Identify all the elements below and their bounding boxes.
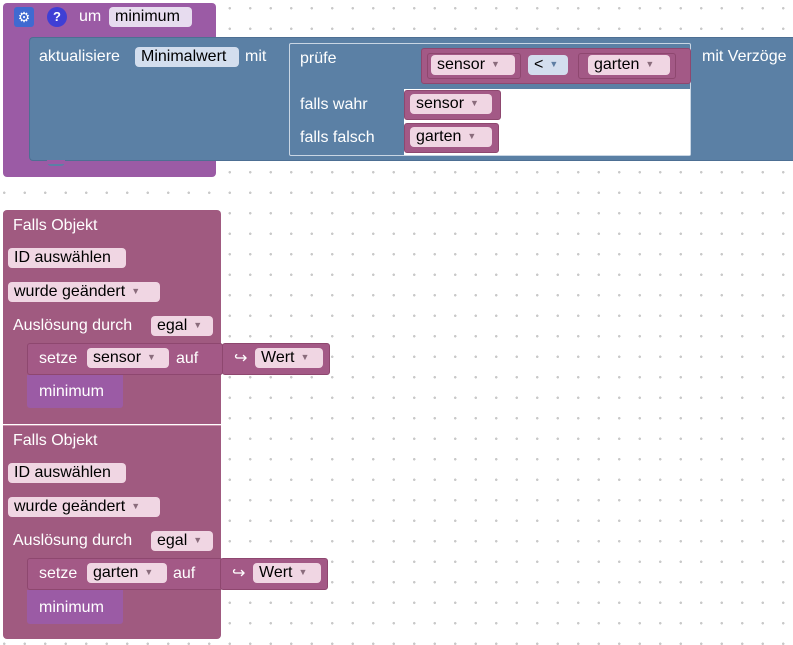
compare-left-value: sensor (437, 56, 486, 73)
true-value-dropdown[interactable]: sensor ▼ (410, 94, 492, 114)
false-value-dropdown[interactable]: garten ▼ (410, 127, 492, 147)
trigger-by-dropdown[interactable]: egal ▼ (151, 531, 213, 551)
set-variable-value: sensor (93, 349, 142, 366)
variable-dropdown[interactable]: Minimalwert (135, 47, 239, 67)
chevron-down-icon: ▼ (645, 59, 655, 69)
chevron-down-icon: ▼ (298, 567, 308, 577)
trigger-by-label: Auslösung durch (13, 532, 133, 549)
procedure-name-field[interactable]: minimum (109, 7, 192, 27)
ternary-check-label: prüfe (300, 50, 337, 67)
trigger-by-value: egal (157, 317, 188, 334)
false-value: garten (416, 128, 462, 145)
chevron-down-icon: ▼ (147, 352, 156, 362)
delay-label: mit Verzöge (702, 48, 787, 65)
select-id-button[interactable]: ID auswählen (8, 248, 126, 268)
question-icon[interactable]: ? (47, 7, 67, 27)
select-id-button[interactable]: ID auswählen (8, 463, 126, 483)
trigger-title: Falls Objekt (13, 432, 98, 449)
chevron-down-icon: ▼ (131, 501, 141, 511)
chevron-down-icon: ▼ (131, 286, 141, 296)
change-value: wurde geändert (14, 498, 126, 515)
value-text: Wert (259, 564, 293, 581)
chevron-down-icon: ▼ (467, 131, 477, 141)
call-procedure-label: minimum (39, 599, 104, 616)
set-variable-dropdown[interactable]: sensor ▼ (87, 348, 169, 368)
compare-left-dropdown[interactable]: sensor ▼ (431, 55, 515, 75)
chevron-down-icon: ▼ (193, 535, 203, 545)
chevron-down-icon: ▼ (470, 98, 479, 108)
procedure-prefix: um (79, 8, 102, 25)
set-variable-dropdown[interactable]: garten ▼ (87, 563, 167, 583)
compare-right-dropdown[interactable]: garten ▼ (588, 55, 670, 75)
update-label: aktualisiere (39, 48, 120, 65)
chevron-down-icon: ▼ (491, 59, 500, 69)
update-with-label: mit (245, 48, 267, 65)
chevron-down-icon: ▼ (193, 320, 203, 330)
gear-icon[interactable]: ⚙ (14, 7, 34, 27)
change-dropdown[interactable]: wurde geändert ▼ (8, 497, 160, 517)
trigger-by-label: Auslösung durch (13, 317, 133, 334)
value-text: Wert (261, 349, 295, 366)
set-label: setze (39, 565, 78, 582)
chevron-down-icon: ▼ (144, 567, 154, 577)
value-dropdown[interactable]: Wert ▼ (253, 563, 321, 583)
value-dropdown[interactable]: Wert ▼ (255, 348, 323, 368)
return-arrow-icon: ↪ (234, 350, 248, 367)
ternary-true-label: falls wahr (300, 96, 368, 113)
to-label: auf (176, 350, 199, 367)
trigger-by-dropdown[interactable]: egal ▼ (151, 316, 213, 336)
ternary-false-label: falls falsch (300, 129, 375, 146)
true-value: sensor (416, 95, 465, 112)
trigger-inner-arm (3, 557, 26, 626)
trigger-inner-arm (3, 342, 26, 411)
operator-value: < (534, 56, 544, 73)
change-value: wurde geändert (14, 283, 126, 300)
return-arrow-icon: ↪ (232, 565, 246, 582)
set-label: setze (39, 350, 78, 367)
change-dropdown[interactable]: wurde geändert ▼ (8, 282, 160, 302)
set-variable-value: garten (93, 564, 139, 581)
to-label: auf (173, 565, 196, 582)
update-bottom-notch (47, 160, 65, 164)
operator-dropdown[interactable]: < ▼ (528, 55, 568, 75)
trigger-by-value: egal (157, 532, 188, 549)
chevron-down-icon: ▼ (549, 59, 559, 69)
compare-right-value: garten (594, 56, 640, 73)
trigger-title: Falls Objekt (13, 217, 98, 234)
call-procedure-label: minimum (39, 383, 104, 400)
chevron-down-icon: ▼ (300, 352, 310, 362)
